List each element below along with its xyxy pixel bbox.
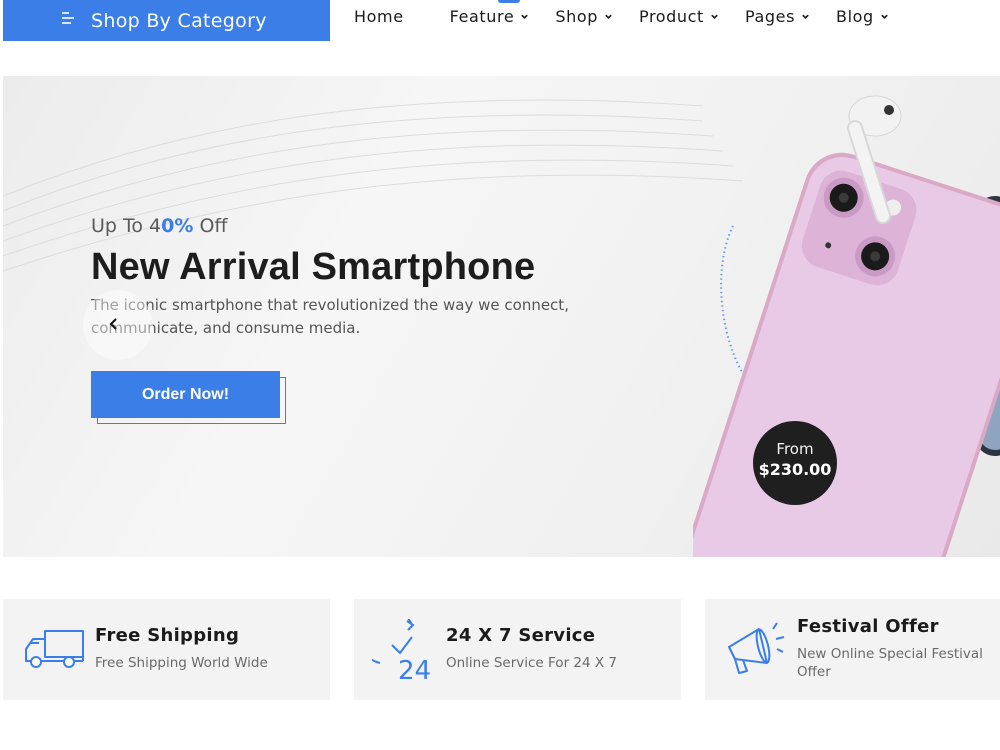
nav-item-feature[interactable]: Feature xyxy=(450,7,530,26)
feature-title: Free Shipping xyxy=(95,625,240,646)
feature-title: 24 X 7 Service xyxy=(446,625,596,646)
feature-description: Online Service For 24 X 7 xyxy=(446,655,618,671)
clock-24-icon: 24 xyxy=(372,619,431,683)
nav-item-label: Feature xyxy=(449,6,515,26)
discount-eyebrow: Up To 40% Off xyxy=(91,215,228,237)
chevron-down-icon xyxy=(521,14,529,19)
nav-item-label: Blog xyxy=(836,6,874,26)
chevron-down-icon xyxy=(802,14,809,19)
hero-title: New Arrival Smartphone xyxy=(91,246,536,288)
eyebrow-suffix: Off xyxy=(193,215,228,237)
slider-prev-button[interactable] xyxy=(83,290,153,360)
chevron-left-icon xyxy=(109,318,117,330)
shop-by-category-button[interactable]: Shop By Category xyxy=(3,0,330,41)
nav-item-label: Pages xyxy=(744,6,796,26)
feature-card-service: 24 24 X 7 Service Online Service For 24 … xyxy=(354,599,681,700)
delivery-truck-icon xyxy=(25,630,84,668)
feature-description: New Online Special Festival Offer xyxy=(797,646,983,680)
feature-card-offer: Festival Offer New Online Special Festiv… xyxy=(705,599,1000,700)
order-now-button[interactable]: Order Now! xyxy=(91,371,280,418)
nav-item-product[interactable]: Product xyxy=(639,7,719,26)
feature-card-shipping: Free Shipping Free Shipping World Wide xyxy=(3,599,330,700)
price-value: $230.00 xyxy=(758,460,832,479)
chevron-down-icon xyxy=(711,14,718,19)
nav-item-label: Home xyxy=(354,6,404,26)
price-from-label: From xyxy=(776,440,814,458)
hero-description: The iconic smartphone that revolutionize… xyxy=(91,296,569,337)
nav-item-pages[interactable]: Pages xyxy=(745,7,810,26)
chevron-down-icon xyxy=(605,14,612,19)
megaphone-icon xyxy=(728,622,785,674)
eyebrow-prefix: Up To 4 xyxy=(91,215,162,237)
menu-icon xyxy=(62,12,74,24)
order-now-wrapper: Order Now! xyxy=(91,371,287,425)
nav-item-home[interactable]: Home xyxy=(354,7,404,26)
nav-item-blog[interactable]: Blog xyxy=(836,7,889,26)
nav-item-label: Product xyxy=(638,6,704,26)
smartphone-image xyxy=(693,95,1000,557)
hero-banner: Up To 40% Off New Arrival Smartphone The… xyxy=(3,76,1000,557)
feature-title: Festival Offer xyxy=(797,616,939,637)
nav-item-label: Shop xyxy=(555,6,598,26)
main-navigation: Home Feature Shop Product Pages Blog xyxy=(354,0,889,32)
feature-description: Free Shipping World Wide xyxy=(95,655,268,671)
svg-text:24: 24 xyxy=(398,656,431,683)
chevron-down-icon xyxy=(881,14,888,19)
nav-item-shop[interactable]: Shop xyxy=(555,7,613,26)
price-badge: From $230.00 xyxy=(753,421,837,505)
shop-by-category-label: Shop By Category xyxy=(91,9,267,32)
eyebrow-highlight: 0% xyxy=(161,215,194,237)
